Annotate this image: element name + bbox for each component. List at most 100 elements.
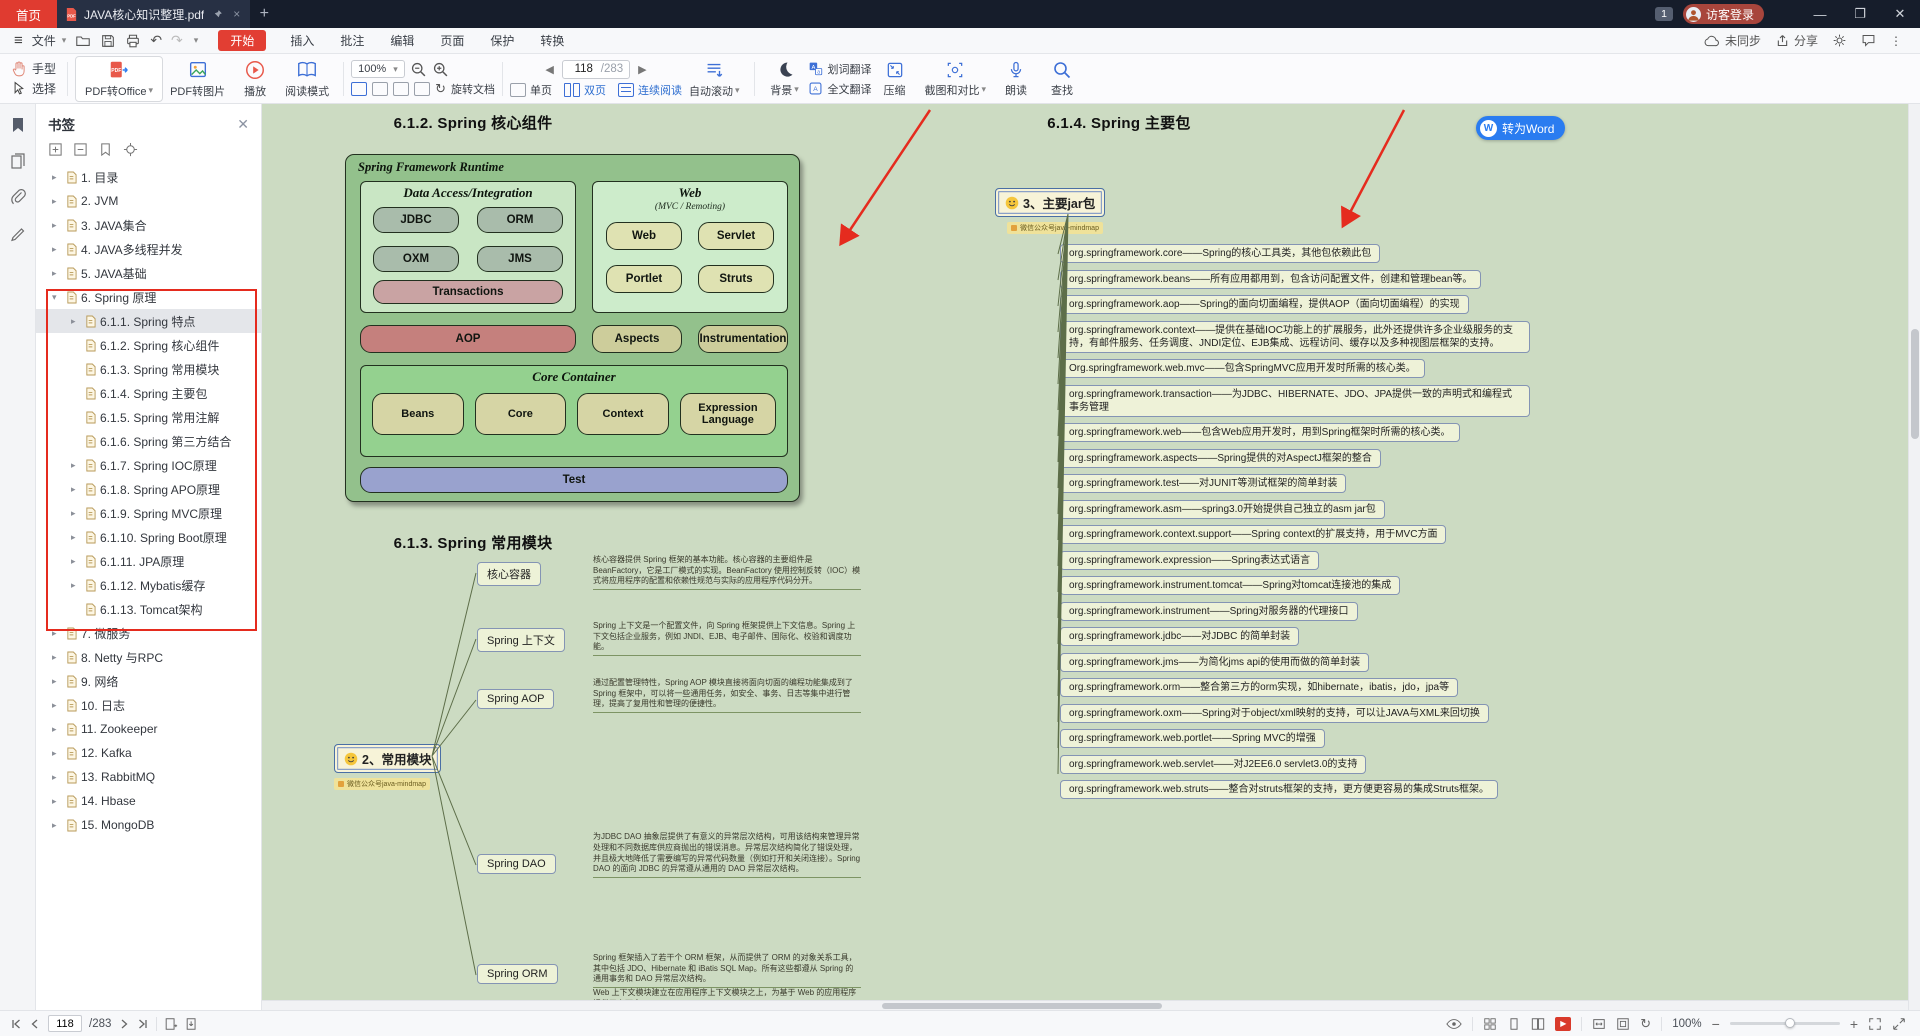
actual-size-icon[interactable] (393, 82, 409, 96)
expand-arrow-icon[interactable] (52, 748, 62, 759)
bookmark-item[interactable]: 3. JAVA集合 (36, 213, 261, 237)
login-button[interactable]: 访客登录 (1683, 4, 1764, 24)
ribbon-tab[interactable]: 插入 (288, 30, 316, 51)
bookmark-item[interactable]: 10. 日志 (36, 693, 261, 717)
next-page-icon[interactable]: ▶ (635, 63, 649, 76)
document-tab[interactable]: PDF JAVA核心知识整理.pdf × (57, 0, 250, 28)
share-button[interactable]: 分享 (1775, 32, 1818, 49)
settings-gear-icon[interactable] (1832, 33, 1847, 48)
page-number-input[interactable] (569, 63, 599, 75)
expand-arrow-icon[interactable] (52, 772, 62, 783)
screenshot-compare-button[interactable]: 截图和对比▾ (918, 58, 994, 100)
next-page-icon[interactable] (118, 1018, 130, 1030)
collapse-all-icon[interactable] (73, 142, 88, 157)
fit-visible-icon[interactable] (414, 82, 430, 96)
bookmark-item[interactable]: 6.1.6. Spring 第三方结合 (36, 429, 261, 453)
new-tab-button[interactable]: + (250, 0, 278, 28)
tab-close-icon[interactable]: × (231, 7, 242, 21)
full-translate-button[interactable]: A 全文翻译 (808, 81, 872, 97)
bookmark-item[interactable]: 6.1.11. JPA原理 (36, 549, 261, 573)
zoom-in-button[interactable]: + (1850, 1016, 1858, 1032)
double-page-view-button[interactable]: 双页 (564, 82, 606, 98)
horizontal-scrollbar-thumb[interactable] (882, 1003, 1162, 1009)
double-page-view-icon[interactable] (1531, 1017, 1545, 1031)
fit-width-view-icon[interactable] (1592, 1017, 1606, 1031)
signature-panel-icon[interactable] (10, 224, 26, 242)
fit-page-view-icon[interactable] (1616, 1017, 1630, 1031)
insert-page-icon[interactable] (164, 1017, 178, 1031)
redo-icon[interactable]: ↷ (171, 32, 183, 49)
bookmark-item[interactable]: 6.1.9. Spring MVC原理 (36, 501, 261, 525)
hand-tool-button[interactable]: 手型 (10, 60, 56, 77)
bookmarks-panel-icon[interactable] (10, 116, 26, 134)
ribbon-tab[interactable]: 页面 (438, 30, 466, 51)
pin-icon[interactable] (210, 9, 225, 20)
zoom-level-select[interactable]: 100%▾ (351, 60, 405, 78)
expand-arrow-icon[interactable] (52, 820, 62, 831)
single-page-view-icon[interactable] (1507, 1017, 1521, 1031)
last-page-icon[interactable] (137, 1018, 149, 1030)
more-options-icon[interactable]: ⋮ (1890, 34, 1902, 48)
bookmark-item[interactable]: 6.1.1. Spring 特点 (36, 309, 261, 333)
bookmark-item[interactable]: 14. Hbase (36, 789, 261, 813)
read-aloud-button[interactable]: 朗读 (993, 58, 1039, 100)
extract-page-icon[interactable] (185, 1017, 199, 1031)
bookmark-item[interactable]: 5. JAVA基础 (36, 261, 261, 285)
bookmark-item[interactable]: 15. MongoDB (36, 813, 261, 837)
expand-arrow-icon[interactable] (52, 700, 62, 711)
expand-arrow-icon[interactable] (71, 508, 81, 519)
fullscreen-icon[interactable] (1868, 1017, 1882, 1031)
zoom-slider-knob[interactable] (1785, 1018, 1795, 1028)
status-page-input[interactable] (48, 1015, 82, 1032)
expand-arrow-icon[interactable] (52, 796, 62, 807)
fit-page-icon[interactable] (351, 82, 367, 96)
expand-arrow-icon[interactable] (52, 196, 62, 207)
bookmark-item[interactable]: 6.1.12. Mybatis缓存 (36, 573, 261, 597)
expand-arrow-icon[interactable] (71, 484, 81, 495)
minimize-button[interactable]: — (1800, 0, 1840, 28)
zoom-out-button[interactable]: − (1712, 1016, 1720, 1032)
read-mode-button[interactable]: 阅读模式 (278, 57, 336, 101)
previous-page-icon[interactable]: ◀ (542, 63, 556, 76)
open-file-icon[interactable] (75, 33, 91, 49)
expand-arrow-icon[interactable] (52, 292, 62, 303)
bookmark-item[interactable]: 6.1.7. Spring IOC原理 (36, 453, 261, 477)
bookmark-item[interactable]: 4. JAVA多线程并发 (36, 237, 261, 261)
zoom-slider[interactable] (1730, 1022, 1840, 1025)
hamburger-menu-icon[interactable]: ≡ (14, 32, 23, 49)
expand-all-icon[interactable] (48, 142, 63, 157)
convert-to-word-button[interactable]: W 转为Word (1476, 116, 1565, 140)
ribbon-tab[interactable]: 开始 (218, 30, 266, 51)
expand-view-icon[interactable] (1892, 1017, 1906, 1031)
pdf-to-image-button[interactable]: PDF转图片 (163, 57, 232, 101)
locate-bookmark-icon[interactable] (123, 142, 138, 157)
notification-badge[interactable]: 1 (1655, 7, 1673, 21)
pdf-viewport[interactable]: 6.1.2. Spring 核心组件 6.1.3. Spring 常用模块 Sp… (262, 104, 1920, 1010)
ribbon-tab[interactable]: 保护 (488, 30, 516, 51)
attachments-panel-icon[interactable] (10, 188, 26, 206)
expand-arrow-icon[interactable] (52, 268, 62, 279)
red-reading-mode-icon[interactable]: ▶ (1555, 1017, 1571, 1031)
zoom-in-icon[interactable] (432, 61, 449, 78)
bookmark-item[interactable]: 6.1.5. Spring 常用注解 (36, 405, 261, 429)
ribbon-tab[interactable]: 转换 (538, 30, 566, 51)
horizontal-scrollbar[interactable] (262, 1000, 1908, 1010)
bookmark-item[interactable]: 6.1.13. Tomcat架构 (36, 597, 261, 621)
close-button[interactable]: ✕ (1880, 0, 1920, 28)
undo-icon[interactable]: ↶ (150, 32, 162, 49)
bookmark-item[interactable]: 7. 微服务 (36, 621, 261, 645)
expand-arrow-icon[interactable] (71, 532, 81, 543)
vertical-scrollbar[interactable] (1908, 104, 1920, 1010)
single-page-view-button[interactable]: 单页 (510, 82, 552, 98)
continuous-view-button[interactable]: 连续阅读 (618, 82, 682, 98)
expand-arrow-icon[interactable] (52, 724, 62, 735)
ribbon-tab[interactable]: 批注 (338, 30, 366, 51)
close-sidebar-icon[interactable]: ✕ (237, 116, 249, 133)
zoom-out-icon[interactable] (410, 61, 427, 78)
save-icon[interactable] (100, 33, 116, 49)
expand-arrow-icon[interactable] (52, 172, 62, 183)
add-bookmark-icon[interactable] (98, 142, 113, 157)
thumbnails-panel-icon[interactable] (10, 152, 26, 170)
thumbnail-view-icon[interactable] (1483, 1017, 1497, 1031)
compress-button[interactable]: 压缩 (872, 58, 918, 100)
